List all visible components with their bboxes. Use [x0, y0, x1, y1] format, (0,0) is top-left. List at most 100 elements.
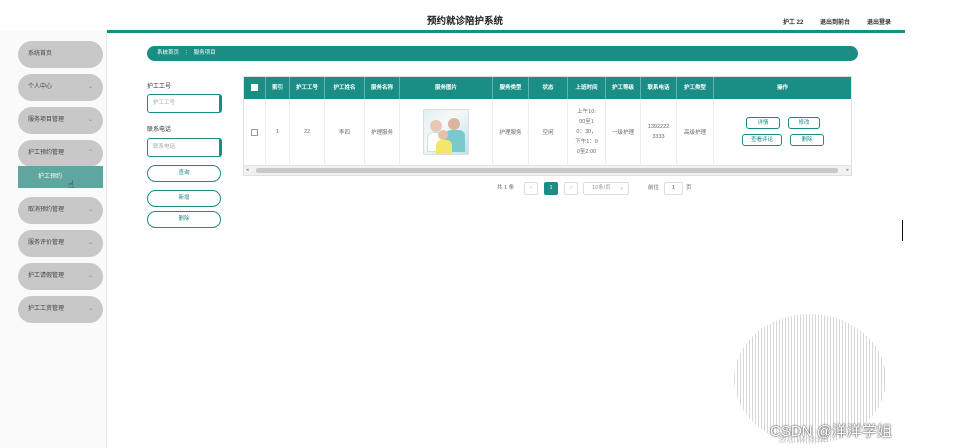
- sidebar-subitem-worker-booking[interactable]: 护工预约: [18, 166, 103, 188]
- view-reviews-button[interactable]: 查看评论: [742, 134, 782, 146]
- cell-service-image: [400, 99, 493, 165]
- chevron-down-icon: ⌄: [87, 207, 93, 213]
- cell-worker-name: 李四: [325, 99, 365, 165]
- breadcrumb-separator: ⋮: [183, 50, 190, 56]
- sidebar-item-label: 护工预约管理: [28, 150, 65, 156]
- sidebar-item-worker-leave[interactable]: 护工请假管理 ⌄: [18, 263, 103, 290]
- column-header: 护工等级: [606, 77, 641, 99]
- page-size-select[interactable]: 10条/页 ⌄: [583, 182, 629, 195]
- back-to-frontend-link[interactable]: 退出到前台: [820, 17, 850, 26]
- batch-delete-button[interactable]: 删除: [147, 211, 221, 228]
- app-title: 预约就诊陪护系统: [426, 16, 503, 27]
- sidebar-item-label: 服务项目管理: [28, 117, 65, 123]
- cell-actions: 详情 修改 查看评论 删除: [714, 99, 851, 165]
- next-page-button[interactable]: ›: [564, 182, 578, 195]
- sidebar-item-service-reviews[interactable]: 服务评价管理 ⌄: [18, 230, 103, 257]
- current-user: 护工 22: [783, 20, 804, 26]
- cell-phone: 1392222 3333: [641, 99, 677, 165]
- sidebar-item-label: 护工请假管理: [28, 273, 65, 279]
- page-number-button[interactable]: 1: [544, 182, 558, 195]
- page-size-value: 10条/页: [592, 185, 611, 191]
- cell-status: 空闲: [529, 99, 568, 165]
- sidebar-item-service-projects[interactable]: 服务项目管理 ⌄: [18, 107, 103, 134]
- chevron-down-icon: ⌄: [87, 117, 93, 123]
- column-header: 服务名称: [365, 77, 400, 99]
- work-time-line: 下午1：0: [575, 139, 598, 145]
- pagination-total: 共 1 条: [497, 185, 515, 191]
- column-header: 护工类型: [677, 77, 714, 99]
- work-time-line: 上午10:: [577, 109, 596, 115]
- prev-page-button[interactable]: ‹: [524, 182, 538, 195]
- cell-work-time: 上午10: 00至1 0：30， 下午1：0 0至2:00: [568, 99, 606, 165]
- column-header: 服务图片: [400, 77, 493, 99]
- detail-button[interactable]: 详情: [746, 117, 780, 129]
- chevron-down-icon: ⌄: [619, 185, 624, 191]
- mouse-cursor-icon: ☝: [68, 180, 75, 191]
- cell-worker-no: 22: [290, 99, 325, 165]
- service-image[interactable]: [423, 109, 469, 155]
- chevron-up-icon: ⌃: [87, 150, 93, 156]
- sidebar-item-cancel-booking[interactable]: 取消预约管理 ⌄: [18, 197, 103, 224]
- work-time-line: 00至1: [579, 119, 594, 125]
- cell-index: 1: [266, 99, 290, 165]
- select-all-checkbox[interactable]: [244, 77, 266, 99]
- table-row: 1 22 李四 护理服务 护理服务 空闲 上午10: 00至1 0：30， 下午…: [244, 99, 851, 165]
- column-header: 状态: [529, 77, 568, 99]
- cell-service-name: 护理服务: [365, 99, 400, 165]
- sidebar-item-label: 取消预约管理: [28, 207, 65, 213]
- sidebar-item-worker-salary[interactable]: 护工工资管理 ⌄: [18, 296, 103, 323]
- worker-no-input[interactable]: 护工工号: [147, 94, 222, 113]
- chevron-down-icon: ⌄: [87, 273, 93, 279]
- column-header: 服务类型: [493, 77, 529, 99]
- row-checkbox[interactable]: [244, 99, 266, 165]
- column-header: 索引: [266, 77, 290, 99]
- work-time-line: 0至2:00: [576, 149, 597, 155]
- phone-input[interactable]: 联系电话: [147, 138, 222, 157]
- logout-link[interactable]: 退出登录: [867, 17, 891, 26]
- add-button[interactable]: 新增: [147, 190, 221, 207]
- edit-button[interactable]: 修改: [788, 117, 820, 129]
- breadcrumb-current: 服务项目: [193, 50, 216, 56]
- worker-no-label: 护工工号: [147, 84, 172, 90]
- sidebar-item-home[interactable]: 系统首页: [18, 41, 103, 68]
- phone-line: 3333: [652, 134, 665, 140]
- scrollbar-thumb[interactable]: [256, 168, 838, 173]
- column-header: 联系电话: [641, 77, 677, 99]
- chevron-down-icon: ⌄: [87, 306, 93, 312]
- phone-line: 1392222: [647, 124, 670, 130]
- column-header: 操作: [776, 85, 788, 91]
- query-button[interactable]: 查询: [147, 165, 221, 182]
- sidebar: 系统首页 个人中心 ⌄ 服务项目管理 ⌄ 护工预约管理 ⌃ 护工预约 取消预约管…: [0, 30, 107, 448]
- sidebar-item-label: 服务评价管理: [28, 240, 65, 246]
- text-caret: [902, 220, 903, 241]
- chevron-down-icon: ⌄: [87, 240, 93, 246]
- work-time-line: 0：30，: [576, 129, 597, 135]
- table-header: 索引 护工工号 护工姓名 服务名称 服务图片 服务类型 状态 上班时间 护工等级…: [244, 77, 851, 99]
- cell-worker-type: 高级护理: [677, 99, 714, 165]
- goto-page-input[interactable]: 1: [664, 182, 683, 195]
- sidebar-item-label: 护工工资管理: [28, 306, 65, 312]
- data-table: 索引 护工工号 护工姓名 服务名称 服务图片 服务类型 状态 上班时间 护工等级…: [243, 76, 852, 176]
- chevron-down-icon: ⌄: [87, 84, 93, 90]
- column-header: 上班时间: [568, 77, 606, 99]
- sidebar-item-personal-center[interactable]: 个人中心 ⌄: [18, 74, 103, 101]
- scroll-left-icon[interactable]: ◂: [246, 167, 249, 173]
- cell-level: 一级护理: [606, 99, 641, 165]
- phone-label: 联系电话: [147, 127, 172, 133]
- sidebar-item-worker-booking[interactable]: 护工预约管理 ⌃: [18, 140, 103, 167]
- breadcrumb-home[interactable]: 系统首页: [157, 50, 179, 56]
- column-header: 护工工号: [290, 77, 325, 99]
- horizontal-scrollbar[interactable]: ◂ ▸: [244, 165, 851, 175]
- top-header: 预约就诊陪护系统 护工 22 退出到前台 退出登录: [0, 0, 956, 30]
- goto-label: 前往: [648, 185, 660, 191]
- csdn-watermark: CSDN @洋洋学姐: [770, 423, 892, 440]
- header-divider: [105, 30, 905, 33]
- column-header: 护工姓名: [325, 77, 365, 99]
- sidebar-item-label: 系统首页: [28, 51, 53, 57]
- cell-service-type: 护理服务: [493, 99, 529, 165]
- page-suffix: 页: [686, 185, 692, 191]
- breadcrumb: 系统首页 ⋮ 服务项目: [147, 46, 858, 61]
- scroll-right-icon[interactable]: ▸: [846, 167, 849, 173]
- delete-button[interactable]: 删除: [790, 134, 824, 146]
- sidebar-item-label: 个人中心: [28, 84, 53, 90]
